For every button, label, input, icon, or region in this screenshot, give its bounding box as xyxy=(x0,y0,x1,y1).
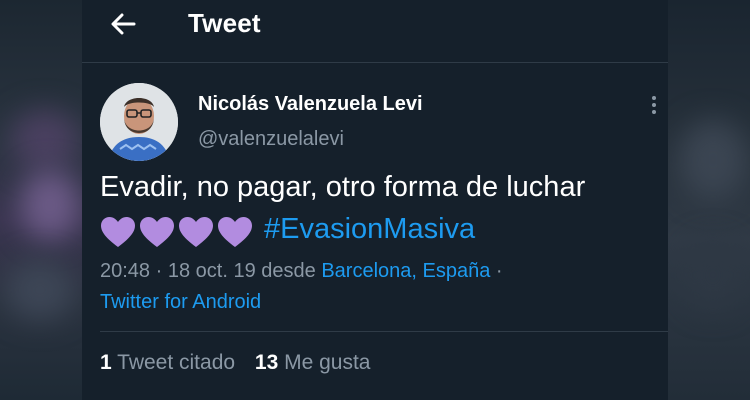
purple-heart-icon xyxy=(101,216,135,247)
hashtag-link[interactable]: #EvasionMasiva xyxy=(264,213,475,245)
quotes-label: Tweet citado xyxy=(117,351,236,374)
tweet-body: Evadir, no pagar, otro forma de luchar #… xyxy=(100,166,660,251)
purple-heart-icon xyxy=(218,216,252,247)
tweet-time[interactable]: 20:48 xyxy=(100,260,150,282)
meta-separator: · xyxy=(155,260,163,282)
blurred-backdrop-left xyxy=(0,0,82,400)
from-label: desde xyxy=(261,260,316,282)
client-link[interactable]: Twitter for Android xyxy=(100,291,261,313)
back-arrow-icon[interactable] xyxy=(108,9,138,39)
author-handle[interactable]: @valenzuelalevi xyxy=(198,128,344,151)
likes-label: Me gusta xyxy=(284,351,371,374)
likes-count: 13 xyxy=(254,351,279,374)
more-options-icon[interactable] xyxy=(646,94,662,116)
purple-hearts-emoji xyxy=(100,209,256,251)
tweet-text: Evadir, no pagar, otro forma de luchar xyxy=(100,171,586,203)
quote-tweets-stat[interactable]: 1 Tweet citado xyxy=(100,351,235,374)
top-bar: Tweet xyxy=(82,0,668,63)
blurred-backdrop-right xyxy=(668,0,750,400)
likes-stat[interactable]: 13 Me gusta xyxy=(255,351,371,374)
meta-separator: · xyxy=(495,260,503,282)
tweet-date[interactable]: 18 oct. 19 xyxy=(168,260,256,282)
location-link[interactable]: Barcelona, España xyxy=(321,260,490,282)
tweet-detail-panel: Tweet Nicolás Valenzuela Levi @valenzuel… xyxy=(82,0,668,400)
quotes-count: 1 xyxy=(100,351,112,374)
divider xyxy=(100,331,668,332)
purple-heart-icon xyxy=(179,216,213,247)
purple-heart-icon xyxy=(140,216,174,247)
engagement-stats: 1 Tweet citado 13 Me gusta xyxy=(100,351,385,375)
avatar[interactable] xyxy=(100,83,178,161)
author-name[interactable]: Nicolás Valenzuela Levi xyxy=(198,93,423,116)
page-title: Tweet xyxy=(188,8,261,38)
tweet-metadata: 20:48 · 18 oct. 19 desde Barcelona, Espa… xyxy=(100,256,660,318)
